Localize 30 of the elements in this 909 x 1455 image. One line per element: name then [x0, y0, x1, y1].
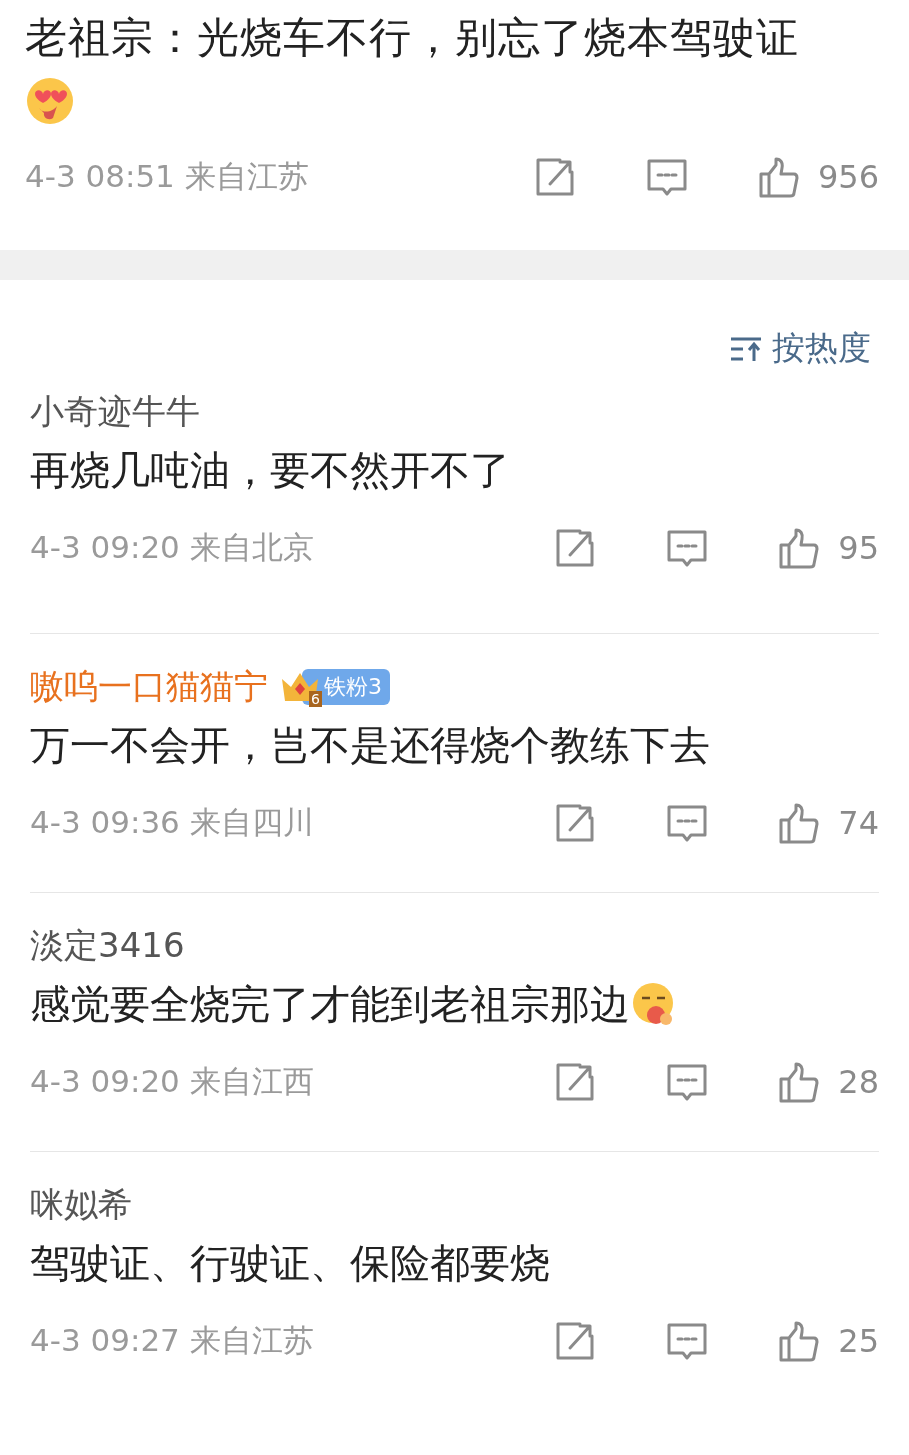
comment-text: 感觉要全烧完了才能到老祖宗那边 — [30, 980, 630, 1029]
post-text: 老祖宗：光烧车不行，别忘了烧本驾驶证 — [25, 12, 800, 64]
comment-author[interactable]: 小奇迹牛牛 — [30, 389, 200, 435]
like-count: 25 — [838, 1322, 879, 1360]
share-icon[interactable] — [554, 1061, 597, 1103]
thumbs-up-icon[interactable] — [778, 1061, 821, 1103]
thumbs-up-icon[interactable] — [778, 802, 821, 844]
share-icon[interactable] — [554, 527, 597, 569]
comment-text: 驾驶证、行驶证、保险都要烧 — [30, 1239, 550, 1288]
thumbs-up-icon[interactable] — [778, 527, 821, 569]
comment-text: 再烧几吨油，要不然开不了 — [30, 446, 510, 495]
thumbs-up-icon[interactable] — [757, 156, 800, 198]
crown-level: 6 — [309, 691, 322, 707]
like-count: 74 — [838, 804, 879, 842]
share-icon[interactable] — [554, 1320, 597, 1362]
like-count: 28 — [838, 1063, 879, 1101]
post-time: 4-3 08:51 来自江苏 — [25, 157, 309, 196]
post-time: 4-3 09:20 来自江西 — [30, 1062, 314, 1101]
comment-text: 万一不会开，岂不是还得烧个教练下去 — [30, 721, 710, 770]
sort-icon — [730, 335, 764, 362]
thumbs-up-icon[interactable] — [778, 1320, 821, 1362]
like-count: 956 — [817, 158, 879, 196]
post-time: 4-3 09:27 来自江苏 — [30, 1321, 314, 1360]
comment-author[interactable]: 淡定3416 — [30, 923, 185, 969]
post-time: 4-3 09:36 来自四川 — [30, 803, 314, 842]
post-time: 4-3 09:20 来自北京 — [30, 528, 314, 567]
like-count: 95 — [838, 529, 879, 567]
share-icon[interactable] — [554, 802, 597, 844]
sort-button[interactable]: 按热度 — [730, 322, 871, 375]
comment-author[interactable]: 咪姒希 — [30, 1182, 132, 1228]
